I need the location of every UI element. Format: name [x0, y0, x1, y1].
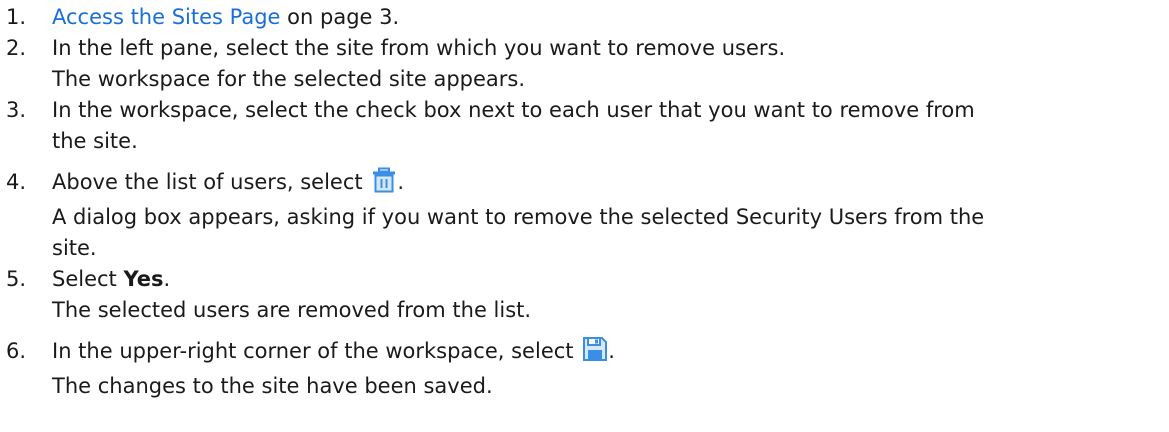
step-text: In the workspace, select the check box n… [52, 98, 975, 122]
step-number: 4. [6, 170, 27, 194]
step-result-continued: site. [52, 236, 97, 260]
step-text: Access the Sites Page on page 3. [52, 2, 1169, 33]
save-icon [582, 336, 608, 371]
step-number: 3. [6, 98, 27, 122]
yes-option-label: Yes [123, 267, 164, 291]
step-text-after-icon: . [397, 170, 404, 194]
step-number: 2. [6, 36, 27, 60]
step-text-before-bold: Select [52, 267, 124, 291]
step-1: 1. Access the Sites Page on page 3. [0, 2, 1169, 33]
step-text-before-icon: Above the list of users, select [52, 170, 370, 194]
trash-icon [371, 167, 397, 202]
step-number: 1. [6, 5, 27, 29]
step-text: Select Yes. [52, 264, 1169, 295]
document: 1. Access the Sites Page on page 3. 2. I… [0, 0, 1169, 402]
step-2: 2. In the left pane, select the site fro… [0, 33, 1169, 95]
access-sites-page-link[interactable]: Access the Sites Page [52, 5, 280, 29]
step-result: The selected users are removed from the … [52, 298, 532, 322]
step-result: A dialog box appears, asking if you want… [52, 205, 985, 229]
step-3: 3. In the workspace, select the check bo… [0, 95, 1169, 157]
step-result: The workspace for the selected site appe… [52, 67, 526, 91]
step-5: 5. Select Yes. The selected users are re… [0, 264, 1169, 326]
step-text-after-icon: . [608, 339, 615, 363]
step-text: In the left pane, select the site from w… [52, 36, 786, 60]
step-text: In the upper-right corner of the workspa… [52, 336, 1169, 371]
step-text-before-icon: In the upper-right corner of the workspa… [52, 339, 581, 363]
step-text-continued: the site. [52, 129, 138, 153]
procedure-steps: 1. Access the Sites Page on page 3. 2. I… [0, 2, 1169, 402]
step-number: 5. [6, 267, 27, 291]
step-4: 4. Above the list of users, select . A d… [0, 167, 1169, 264]
step-result: The changes to the site have been saved. [52, 374, 493, 398]
link-suffix: on page 3. [280, 5, 400, 29]
step-text: Above the list of users, select . [52, 167, 1169, 202]
step-6: 6. In the upper-right corner of the work… [0, 336, 1169, 402]
step-number: 6. [6, 339, 27, 363]
step-text-after-bold: . [163, 267, 171, 291]
